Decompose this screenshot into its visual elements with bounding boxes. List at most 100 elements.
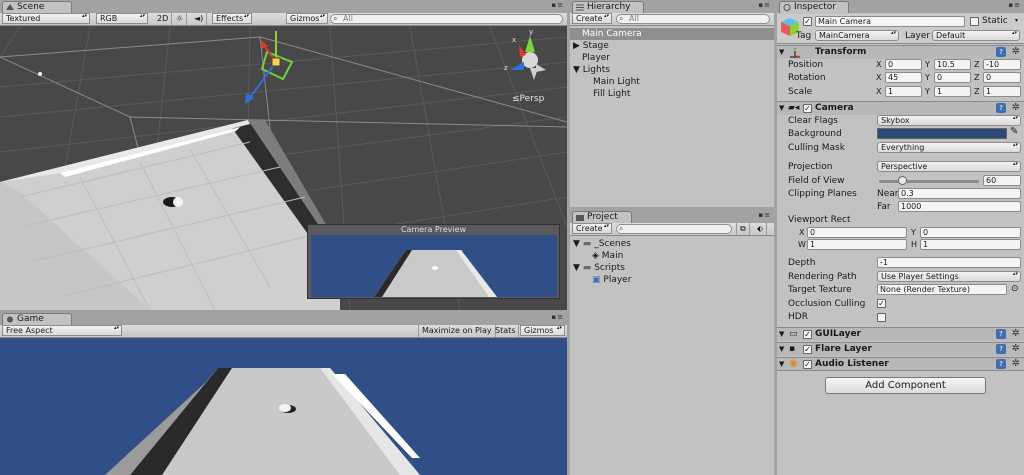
layer-dropdown[interactable]: Default <box>932 30 1020 41</box>
background-color-swatch[interactable] <box>877 128 1007 139</box>
camera-header[interactable]: ▼ ▰◂ ✓ Camera ? ✲ <box>777 101 1024 115</box>
tab-game[interactable]: Game <box>2 313 72 325</box>
game-gizmos-dropdown[interactable]: Gizmos <box>520 325 565 336</box>
scale-x-input[interactable]: 1 <box>885 86 922 97</box>
position-y-input[interactable]: 10.5 <box>934 59 971 70</box>
maximize-on-play-button[interactable]: Maximize on Play <box>418 325 496 337</box>
fov-input[interactable]: 60 <box>983 175 1021 186</box>
hierarchy-item-player[interactable]: Player <box>570 52 774 64</box>
tab-scene[interactable]: Scene <box>2 1 72 13</box>
tag-dropdown[interactable]: MainCamera <box>815 30 899 41</box>
foldout-arrow-icon[interactable]: ▼ <box>573 239 580 249</box>
2d-toggle-button[interactable]: 2D <box>154 13 173 25</box>
rotation-y-input[interactable]: 0 <box>934 72 971 83</box>
scene-viewport[interactable]: y z x ≤Persp Camera Preview <box>0 27 567 310</box>
eyedropper-icon[interactable]: ✎ <box>1010 126 1018 137</box>
viewport-w-input[interactable]: 1 <box>807 239 907 250</box>
gear-icon[interactable]: ✲ <box>1012 46 1020 57</box>
gameobject-name-input[interactable]: Main Camera <box>815 16 965 27</box>
project-search-input[interactable]: ⌕ <box>616 224 732 234</box>
scale-y-input[interactable]: 1 <box>934 86 971 97</box>
hierarchy-item-main-light[interactable]: Main Light <box>570 76 774 88</box>
scene-window-menu-icon[interactable]: ▪≡ <box>551 1 564 9</box>
hdr-checkbox[interactable] <box>877 313 886 322</box>
fov-slider-handle[interactable] <box>898 176 907 185</box>
gear-icon[interactable]: ✲ <box>1012 343 1020 354</box>
static-dropdown-arrow-icon[interactable]: ▾ <box>1015 17 1018 24</box>
position-x-input[interactable]: 0 <box>885 59 922 70</box>
flare-layer-enabled-checkbox[interactable]: ✓ <box>803 345 812 354</box>
scene-gizmos-dropdown[interactable]: Gizmos <box>286 13 328 24</box>
gear-icon[interactable]: ✲ <box>1012 358 1020 369</box>
audio-listener-header[interactable]: ▼ ◉ ✓ Audio Listener ? ✲ <box>777 357 1024 371</box>
perspective-label[interactable]: ≤Persp <box>512 94 544 104</box>
hierarchy-item-lights[interactable]: ▼ Lights <box>570 64 774 76</box>
fov-slider[interactable] <box>879 176 979 185</box>
viewport-h-input[interactable]: 1 <box>920 239 1021 250</box>
project-item-player-script[interactable]: ▣ Player <box>570 274 774 286</box>
foldout-arrow-icon[interactable]: ▼ <box>573 65 580 75</box>
shading-mode-dropdown[interactable]: Textured <box>2 13 90 24</box>
guilayer-enabled-checkbox[interactable]: ✓ <box>803 330 812 339</box>
target-texture-field[interactable]: None (Render Texture) <box>877 284 1007 295</box>
foldout-arrow-icon[interactable]: ▼ <box>779 360 784 368</box>
add-component-button[interactable]: Add Component <box>825 377 986 394</box>
effects-dropdown[interactable]: Effects <box>212 13 252 24</box>
project-create-dropdown[interactable]: Create <box>572 223 612 234</box>
help-icon[interactable]: ? <box>996 359 1006 369</box>
hierarchy-window-menu-icon[interactable]: ▪≡ <box>758 1 771 9</box>
project-item-scripts-folder[interactable]: ▼ ▬ Scripts <box>570 262 774 274</box>
clear-flags-dropdown[interactable]: Skybox <box>877 115 1021 126</box>
rotation-x-input[interactable]: 45 <box>885 72 922 83</box>
project-item-main-scene[interactable]: ◈ Main <box>570 250 774 262</box>
tab-project[interactable]: Project <box>572 211 632 223</box>
tab-hierarchy[interactable]: Hierarchy <box>572 1 644 13</box>
flare-layer-header[interactable]: ▼ ▪ ✓ Flare Layer ? ✲ <box>777 342 1024 356</box>
active-checkbox[interactable]: ✓ <box>803 17 812 26</box>
foldout-arrow-icon[interactable]: ▼ <box>779 345 784 353</box>
near-input[interactable]: 0.3 <box>898 188 1021 199</box>
inspector-window-menu-icon[interactable]: ▪≡ <box>1008 1 1021 9</box>
depth-input[interactable]: -1 <box>877 257 1021 268</box>
far-input[interactable]: 1000 <box>898 201 1021 212</box>
hierarchy-create-dropdown[interactable]: Create <box>572 13 612 24</box>
foldout-arrow-icon[interactable]: ▶ <box>573 41 580 51</box>
help-icon[interactable]: ? <box>996 103 1006 113</box>
camera-enabled-checkbox[interactable]: ✓ <box>803 104 812 113</box>
project-item-scenes-folder[interactable]: ▼ ▬ _Scenes <box>570 238 774 250</box>
viewport-x-input[interactable]: 0 <box>807 227 907 238</box>
viewport-y-input[interactable]: 0 <box>920 227 1021 238</box>
foldout-arrow-icon[interactable]: ▼ <box>573 263 580 273</box>
aspect-dropdown[interactable]: Free Aspect <box>2 325 122 336</box>
hierarchy-search-input[interactable]: ⌕ All <box>616 14 770 24</box>
help-icon[interactable]: ? <box>996 47 1006 57</box>
audio-listener-enabled-checkbox[interactable]: ✓ <box>803 360 812 369</box>
stats-button[interactable]: Stats <box>492 325 520 337</box>
foldout-arrow-icon[interactable]: ▼ <box>779 104 784 112</box>
hierarchy-item-main-camera[interactable]: Main Camera <box>570 28 774 40</box>
object-picker-icon[interactable]: ⊙ <box>1011 284 1019 294</box>
search-by-type-icon[interactable]: ⧉ <box>736 223 750 235</box>
render-mode-dropdown[interactable]: RGB <box>96 13 148 24</box>
projection-dropdown[interactable]: Perspective <box>877 161 1021 172</box>
hierarchy-item-fill-light[interactable]: Fill Light <box>570 88 774 100</box>
scene-search-input[interactable]: ⌕ All <box>330 14 563 24</box>
scale-z-input[interactable]: 1 <box>983 86 1021 97</box>
foldout-arrow-icon[interactable]: ▼ <box>779 48 784 56</box>
help-icon[interactable]: ? <box>996 329 1006 339</box>
project-window-menu-icon[interactable]: ▪≡ <box>758 211 771 219</box>
hierarchy-item-stage[interactable]: ▶ Stage <box>570 40 774 52</box>
rendering-path-dropdown[interactable]: Use Player Settings <box>877 271 1021 282</box>
help-icon[interactable]: ? <box>996 344 1006 354</box>
occlusion-culling-checkbox[interactable]: ✓ <box>877 299 886 308</box>
foldout-arrow-icon[interactable]: ▼ <box>779 330 784 338</box>
static-checkbox[interactable] <box>970 17 979 26</box>
gear-icon[interactable]: ✲ <box>1012 328 1020 339</box>
culling-mask-dropdown[interactable]: Everything <box>877 142 1021 153</box>
game-window-menu-icon[interactable]: ▪≡ <box>551 313 564 321</box>
rotation-z-input[interactable]: 0 <box>983 72 1021 83</box>
search-by-label-icon[interactable]: ⬖ <box>754 223 768 235</box>
gear-icon[interactable]: ✲ <box>1012 102 1020 113</box>
audio-toggle-icon[interactable]: ◄) <box>191 13 208 25</box>
game-view[interactable] <box>0 338 567 475</box>
